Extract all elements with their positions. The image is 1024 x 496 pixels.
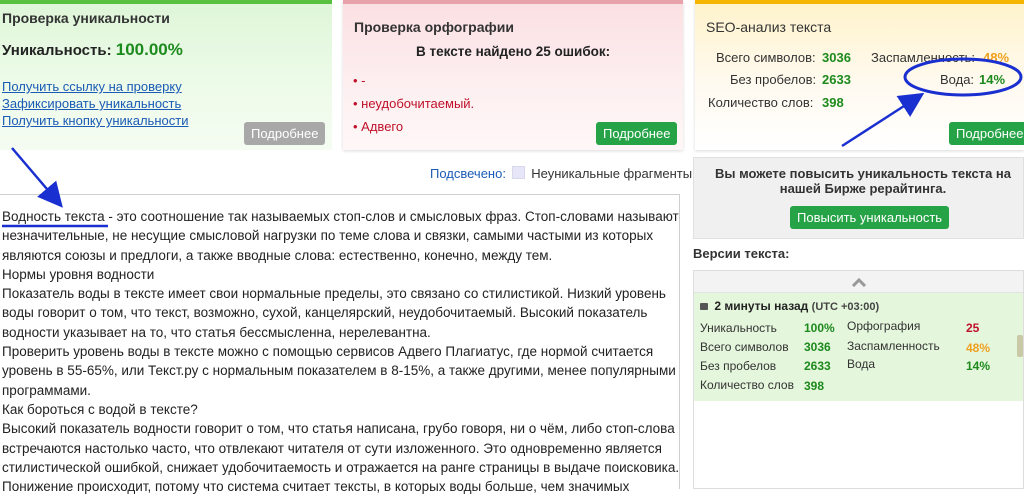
version-uniq-value: 100% — [804, 321, 835, 335]
version-total-value: 3036 — [804, 340, 831, 354]
nonunique-swatch — [511, 166, 525, 179]
seo-no-spaces-value: 2633 — [822, 72, 851, 87]
uniqueness-panel: Проверка уникальности Уникальность: 100.… — [0, 0, 332, 150]
text-line: водности указывает на то, что статья бес… — [2, 324, 431, 340]
text-line: стилистической ошибкой, снижает удобочит… — [2, 459, 680, 475]
spelling-title: Проверка орфографии — [354, 19, 514, 35]
text-line: программами. — [2, 382, 91, 398]
text-line: воды говорит о том, что текст, возможно,… — [2, 305, 648, 321]
version-time: 2 минуты назад — [714, 299, 809, 313]
version-spam-label: Заспамленность — [847, 339, 940, 353]
uniqueness-row: Уникальность: 100.00% — [2, 40, 183, 60]
highlight-label: Подсвечено: — [430, 166, 506, 181]
spelling-summary: В тексте найдено 25 ошибок: — [416, 44, 611, 59]
version-entry[interactable]: 2 минуты назад (UTC +03:00) Уникальность… — [694, 293, 1023, 401]
seo-water-label: Вода: — [940, 72, 975, 87]
text-line: Понижение происходит, потому что система… — [2, 479, 630, 495]
text-line: Нормы уровня водности — [2, 266, 155, 282]
version-total-label: Всего символов — [700, 340, 789, 354]
text-line: Высокий показатель водности говорит о то… — [2, 421, 675, 437]
lock-icon — [700, 303, 708, 310]
version-water-label: Вода — [847, 357, 876, 371]
seo-words-label: Количество слов: — [708, 95, 814, 110]
spelling-error-item[interactable]: • неудобочитаемый. — [353, 96, 474, 111]
version-words-label: Количество слов — [700, 378, 794, 392]
seo-words-value: 398 — [822, 95, 844, 110]
text-content: Водность текста - это соотношение так на… — [2, 207, 679, 496]
version-words-value: 398 — [804, 379, 825, 393]
get-uniqueness-button-link[interactable]: Получить кнопку уникальности — [2, 113, 188, 128]
version-water-value: 14% — [966, 359, 991, 373]
spelling-more-button[interactable]: Подробнее — [596, 122, 678, 145]
uniqueness-label: Уникальность: — [2, 42, 112, 59]
seo-spam-label: Заспамленность: — [871, 50, 976, 65]
uniqueness-more-button[interactable]: Подробнее — [244, 122, 326, 145]
version-spam-value: 48% — [966, 341, 991, 355]
version-nospace-label: Без пробелов — [700, 359, 777, 373]
versions-title: Версии текста: — [693, 246, 790, 261]
promo-text: Вы можете повысить уникальность текста н… — [714, 166, 1012, 196]
nonunique-label: Неуникальные фрагменты — [531, 166, 693, 181]
spelling-error-item[interactable]: • Адвего — [353, 119, 403, 134]
text-line: Показатель воды в тексте имеет свои норм… — [2, 286, 666, 302]
version-timezone: (UTC +03:00) — [811, 301, 880, 313]
versions-scroll-up[interactable] — [694, 271, 1023, 293]
seo-total-chars-label: Всего символов: — [716, 50, 816, 65]
version-uniq-label: Уникальность — [700, 321, 777, 335]
version-spell-value: 25 — [966, 321, 980, 335]
seo-total-chars-value: 3036 — [822, 50, 851, 65]
fix-uniqueness-link[interactable]: Зафиксировать уникальность — [2, 96, 181, 111]
text-line: встречаются настолько часто, что отвлека… — [2, 440, 662, 456]
versions-scrollbar-thumb[interactable] — [1017, 335, 1023, 357]
promo-box: Вы можете повысить уникальность текста н… — [693, 157, 1024, 239]
spelling-error-item[interactable]: • - — [353, 73, 366, 88]
version-header: 2 минуты назад (UTC +03:00) — [700, 299, 879, 313]
uniqueness-title: Проверка уникальности — [2, 10, 170, 26]
version-spell-label: Орфография — [847, 319, 921, 333]
text-line: уровень в 55-65%, или Текст.ру с нормаль… — [2, 363, 676, 379]
text-line: Проверить уровень воды в тексте можно с … — [2, 344, 654, 360]
seo-more-button[interactable]: Подробнее — [949, 122, 1024, 145]
get-check-link[interactable]: Получить ссылку на проверку — [2, 79, 182, 94]
chevron-up-icon — [851, 277, 867, 287]
checked-text-box[interactable]: Водность текста - это соотношение так на… — [0, 194, 680, 494]
spelling-panel: Проверка орфографии В тексте найдено 25 … — [343, 0, 683, 150]
highlight-legend: Подсвечено: Неуникальные фрагменты — [430, 166, 692, 181]
versions-panel: 2 минуты назад (UTC +03:00) Уникальность… — [693, 270, 1024, 489]
text-line: Как бороться с водой в тексте? — [2, 401, 198, 417]
version-nospace-value: 2633 — [804, 359, 831, 373]
seo-title: SEO-анализ текста — [706, 19, 832, 35]
seo-spam-value: 48% — [983, 50, 1010, 65]
uniqueness-value: 100.00% — [115, 40, 183, 59]
text-line: незначительные, не несущие смысловой наг… — [2, 228, 654, 244]
text-line: Водность текста - это соотношение так на… — [2, 209, 679, 224]
seo-panel: SEO-анализ текста Всего символов: 3036 Б… — [695, 0, 1024, 150]
seo-no-spaces-label: Без пробелов: — [730, 72, 817, 87]
text-line: являются союзы и предлоги, а также вводн… — [2, 247, 553, 263]
boost-uniqueness-button[interactable]: Повысить уникальность — [790, 206, 950, 229]
seo-water-value: 14% — [979, 72, 1006, 87]
